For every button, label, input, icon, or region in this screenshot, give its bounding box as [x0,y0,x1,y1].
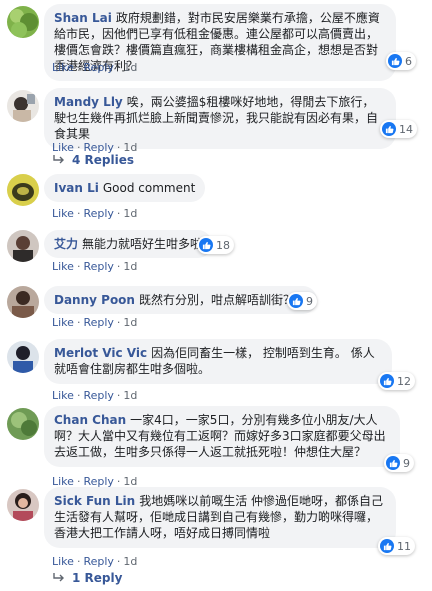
comment-timestamp[interactable]: 1d [123,260,137,273]
like-button[interactable]: Like [52,389,74,402]
avatar[interactable] [7,489,39,521]
thumbs-up-icon [380,374,394,388]
reaction-number: 6 [405,54,412,68]
like-button[interactable]: Like [52,260,74,273]
reaction-count[interactable]: 18 [197,236,234,254]
comment-bubble: Sick Fun Lin 我地媽咪以前嘅生活 仲慘過佢哋呀，都係自己生活發有人幫呀… [44,487,396,548]
reply-button[interactable]: Reply [83,260,113,273]
reaction-number: 9 [403,456,410,470]
replies-count-label[interactable]: 1 Reply [72,571,122,585]
avatar[interactable] [7,90,39,122]
comment-actions: Like · Reply · 1d [52,555,138,568]
reply-button[interactable]: Reply [83,555,113,568]
reaction-count[interactable]: 14 [380,120,417,138]
comment-bubble: Chan Chan 一家4口，一家5口，分別有幾多位小朋友/大人啊？大人當中又有幾… [44,406,400,467]
thumbs-up-icon [380,539,394,553]
comment-bubble: Mandy Lly 唉，兩公婆搵$租樓咪好地地，得閒去下旅行，駛乜生幾件再抓烂臉上… [44,88,396,149]
comment-actions: Like · Reply · 1d [52,316,138,329]
replies-count-label[interactable]: 4 Replies [72,153,134,167]
like-button[interactable]: Like [52,61,74,74]
reaction-count[interactable]: 9 [384,454,414,472]
reply-arrow-icon [53,155,64,164]
reply-button[interactable]: Reply [83,389,113,402]
reaction-count[interactable]: 6 [386,52,416,70]
comment-author[interactable]: Ivan Li [54,181,99,195]
comment-author[interactable]: Danny Poon [54,293,135,307]
comment-author[interactable]: 艾力 [54,237,78,251]
comment-text: 既然冇分別，咁点解唔訓街？？ [138,293,307,307]
comment: 艾力 無能力就唔好生咁多啦 18 Like · Reply · 1d [0,230,432,276]
reaction-number: 11 [397,539,411,553]
comment-bubble: Merlot Vic Vic 因為佢同畜生一樣， 控制唔到生育。 係人就唔會住劏房… [44,339,392,384]
comment-timestamp[interactable]: 1d [123,207,137,220]
avatar[interactable] [7,174,39,206]
avatar[interactable] [7,230,39,262]
comment: Chan Chan 一家4口，一家5口，分別有幾多位小朋友/大人啊？大人當中又有幾… [0,406,432,488]
avatar[interactable] [7,286,39,318]
comment: Sick Fun Lin 我地媽咪以前嘅生活 仲慘過佢哋呀，都係自己生活發有人幫呀… [0,487,432,568]
comment-text: Good comment [102,181,196,195]
avatar[interactable] [7,6,39,38]
avatar[interactable] [7,341,39,373]
reaction-number: 12 [397,374,411,388]
reaction-number: 18 [216,238,230,252]
like-button[interactable]: Like [52,316,74,329]
comment-text: 無能力就唔好生咁多啦 [82,237,203,251]
comment: Danny Poon 既然冇分別，咁点解唔訓街？？ 9 Like · Reply · 1d [0,286,432,332]
comment-timestamp[interactable]: 1d [123,61,137,74]
comment-bubble: 艾力 無能力就唔好生咁多啦 [44,230,213,258]
comment-bubble: Ivan Li Good comment [44,174,206,202]
thumbs-up-icon [289,294,303,308]
comment-bubble: Danny Poon 既然冇分別，咁点解唔訓街？？ [44,286,317,314]
comment-actions: Like · Reply · 1d [52,389,138,402]
comment-timestamp[interactable]: 1d [123,555,137,568]
reaction-count[interactable]: 9 [287,292,317,310]
thumbs-up-icon [386,456,400,470]
reaction-count[interactable]: 12 [378,372,415,390]
comment-actions: Like · Reply · 1d [52,260,138,273]
comment: Shan Lai 政府規劃錯，對市民安居樂業冇承擔，公屋不應資給市民，因他們已享有… [0,4,432,81]
thumbs-up-icon [382,122,396,136]
view-replies-link[interactable]: 4 Replies [52,153,134,167]
comment: Mandy Lly 唉，兩公婆搵$租樓咪好地地，得閒去下旅行，駛乜生幾件再抓烂臉上… [0,88,432,154]
thumbs-up-icon [199,238,213,252]
comment-timestamp[interactable]: 1d [123,316,137,329]
comment-author[interactable]: Shan Lai [54,11,112,25]
comment-author[interactable]: Mandy Lly [54,95,123,109]
thumbs-up-icon [388,54,402,68]
reply-button[interactable]: Reply [83,207,113,220]
reaction-number: 9 [306,294,313,308]
avatar[interactable] [7,408,39,440]
reply-button[interactable]: Reply [83,316,113,329]
like-button[interactable]: Like [52,207,74,220]
reaction-count[interactable]: 11 [378,537,415,555]
comment: Merlot Vic Vic 因為佢同畜生一樣， 控制唔到生育。 係人就唔會住劏房… [0,339,432,402]
comment-author[interactable]: Sick Fun Lin [54,494,135,508]
comment-author[interactable]: Merlot Vic Vic [54,346,147,360]
comment-actions: Like · Reply · 1d [52,61,138,74]
reply-arrow-icon [53,573,64,582]
comment-author[interactable]: Chan Chan [54,413,126,427]
like-button[interactable]: Like [52,555,74,568]
reply-button[interactable]: Reply [83,61,113,74]
view-replies-link[interactable]: 1 Reply [52,571,122,585]
comment-actions: Like · Reply · 1d [52,207,138,220]
reaction-number: 14 [399,122,413,136]
comment-timestamp[interactable]: 1d [123,389,137,402]
comment: Ivan Li Good comment Like · Reply · 1d [0,174,432,220]
